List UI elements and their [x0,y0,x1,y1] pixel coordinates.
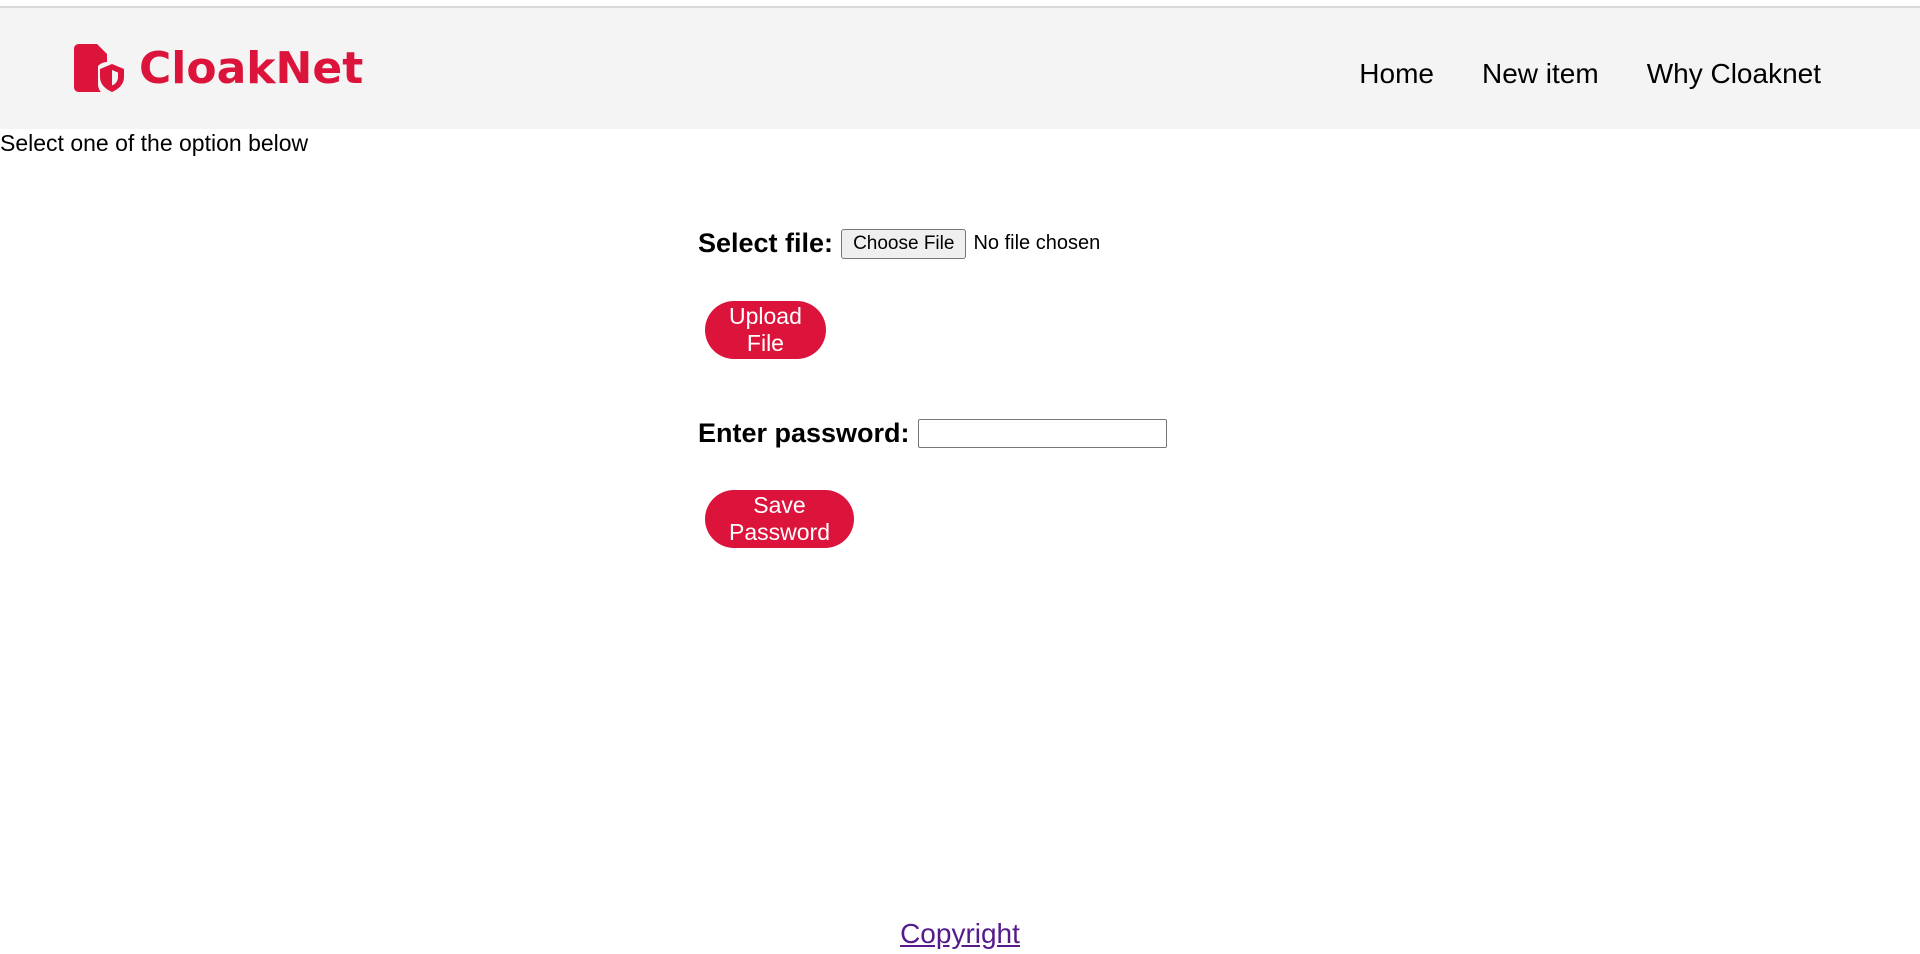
enter-password-label: Enter password: [698,418,910,448]
nav-link-home[interactable]: Home [1359,58,1434,90]
copyright-link[interactable]: Copyright [900,918,1020,949]
password-row: Enter password: [698,418,1298,449]
page-instruction: Select one of the option below [0,130,309,156]
save-password-button[interactable]: Save Password [705,490,854,548]
main-nav: Home New item Why Cloaknet [1359,58,1821,90]
file-status-text: No file chosen [973,232,1101,254]
file-shield-icon [73,44,127,92]
site-footer: Copyright [0,918,1920,950]
upload-file-button[interactable]: Upload File [705,301,826,359]
brand-name: CloakNet [139,42,364,94]
nav-link-why-cloaknet[interactable]: Why Cloaknet [1647,58,1821,90]
choose-file-button[interactable]: Choose File [841,228,967,259]
site-header: CloakNet Home New item Why Cloaknet [0,8,1920,129]
file-select-row: Select file: Choose File No file chosen [698,228,1298,259]
password-input[interactable] [917,419,1167,448]
select-file-label: Select file: [698,228,834,258]
nav-link-new-item[interactable]: New item [1482,58,1599,90]
brand-logo[interactable]: CloakNet [73,40,363,96]
top-border [0,0,1920,8]
